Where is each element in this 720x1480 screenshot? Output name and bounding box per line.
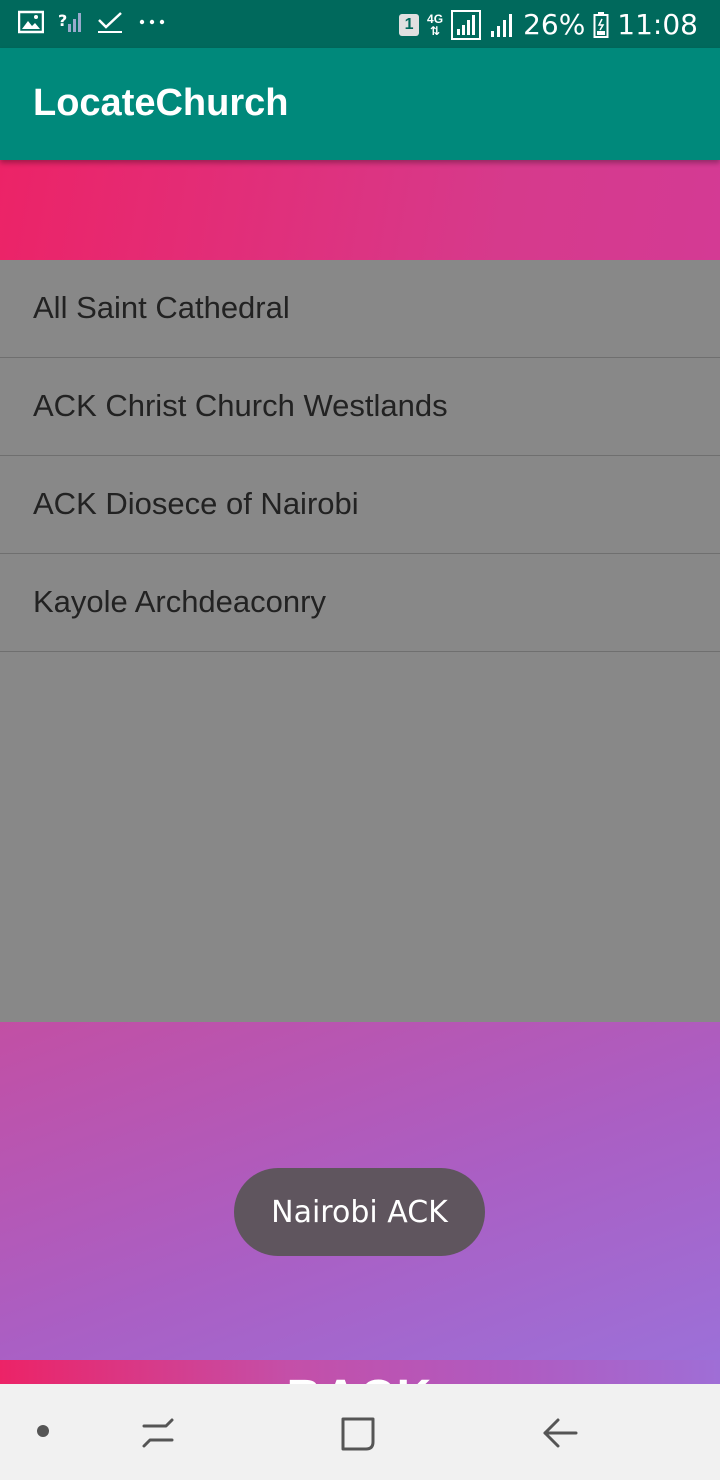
back-arrow-icon[interactable] — [540, 1414, 580, 1454]
battery-percent: 26% — [523, 8, 586, 41]
list-item[interactable]: ACK Christ Church Westlands — [0, 358, 720, 456]
battery-icon — [593, 11, 609, 39]
list-item[interactable]: All Saint Cathedral — [0, 260, 720, 358]
status-bar: ? 1 4G ⇅ 26% 11:08 — [0, 0, 720, 48]
clock: 11:08 — [617, 8, 698, 41]
recents-icon[interactable] — [138, 1414, 178, 1454]
church-label: Kayole Archdeaconry — [33, 584, 326, 619]
no-signal-icon: ? — [58, 10, 82, 34]
network-type: 4G ⇅ — [427, 13, 443, 37]
toast: Nairobi ACK — [234, 1168, 485, 1256]
church-list: All Saint Cathedral ACK Christ Church We… — [0, 260, 720, 652]
signal-boxed-icon — [451, 9, 482, 40]
status-left: ? — [18, 10, 166, 34]
app-title: LocateChurch — [33, 82, 289, 124]
list-item[interactable]: Kayole Archdeaconry — [0, 554, 720, 652]
list-item[interactable]: ACK Diosece of Nairobi — [0, 456, 720, 554]
status-right: 1 4G ⇅ 26% 11:08 — [399, 8, 698, 41]
svg-text:?: ? — [58, 11, 67, 30]
more-dots-icon — [138, 17, 166, 27]
signal-icon — [489, 11, 515, 39]
back-button[interactable]: BACK — [0, 1360, 720, 1384]
back-button-label: BACK — [0, 1370, 720, 1384]
check-icon — [96, 10, 124, 34]
navigation-bar — [0, 1384, 720, 1480]
header-band — [0, 160, 720, 260]
church-label: All Saint Cathedral — [33, 290, 290, 325]
home-icon[interactable] — [338, 1414, 378, 1454]
sim-badge: 1 — [399, 13, 420, 36]
network-arrows-icon: ⇅ — [430, 23, 441, 38]
image-icon — [18, 10, 44, 34]
church-label: ACK Christ Church Westlands — [33, 388, 448, 423]
network-type-label: 4G — [427, 11, 444, 26]
church-label: ACK Diosece of Nairobi — [33, 486, 359, 521]
app-bar: LocateChurch — [0, 48, 720, 160]
dot-icon[interactable] — [34, 1422, 52, 1440]
